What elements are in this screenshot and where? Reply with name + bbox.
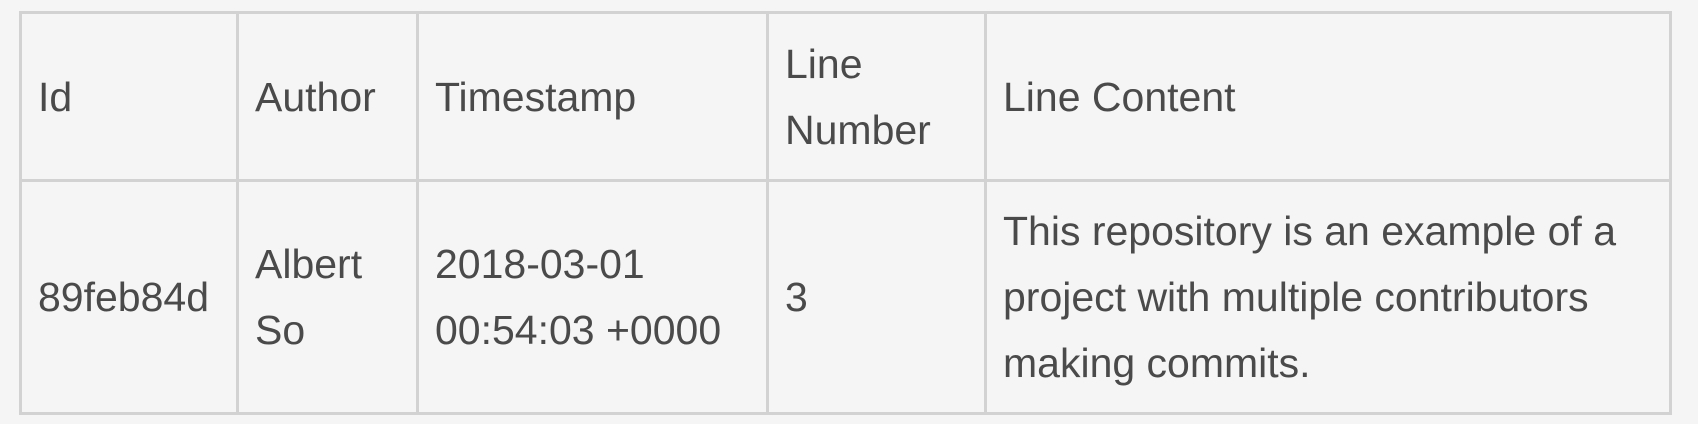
cell-line-number: 3 — [766, 179, 987, 415]
cell-author: Albert So — [236, 179, 419, 415]
table-row: 89feb84d Albert So 2018-03-01 00:54:03 +… — [19, 179, 1672, 415]
cell-timestamp: 2018-03-01 00:54:03 +0000 — [416, 179, 769, 415]
cell-line-content: This repository is an example of a proje… — [984, 179, 1672, 415]
header-author: Author — [236, 11, 419, 182]
header-id: Id — [19, 11, 239, 182]
header-timestamp: Timestamp — [416, 11, 769, 182]
header-row: Id Author Timestamp Line Number Line Con… — [19, 11, 1672, 182]
blame-table: Id Author Timestamp Line Number Line Con… — [19, 11, 1672, 415]
header-line-content: Line Content — [984, 11, 1672, 182]
cell-id: 89feb84d — [19, 179, 239, 415]
table-header: Id Author Timestamp Line Number Line Con… — [19, 11, 1672, 182]
header-line-number: Line Number — [766, 11, 987, 182]
table-body: 89feb84d Albert So 2018-03-01 00:54:03 +… — [19, 179, 1672, 415]
